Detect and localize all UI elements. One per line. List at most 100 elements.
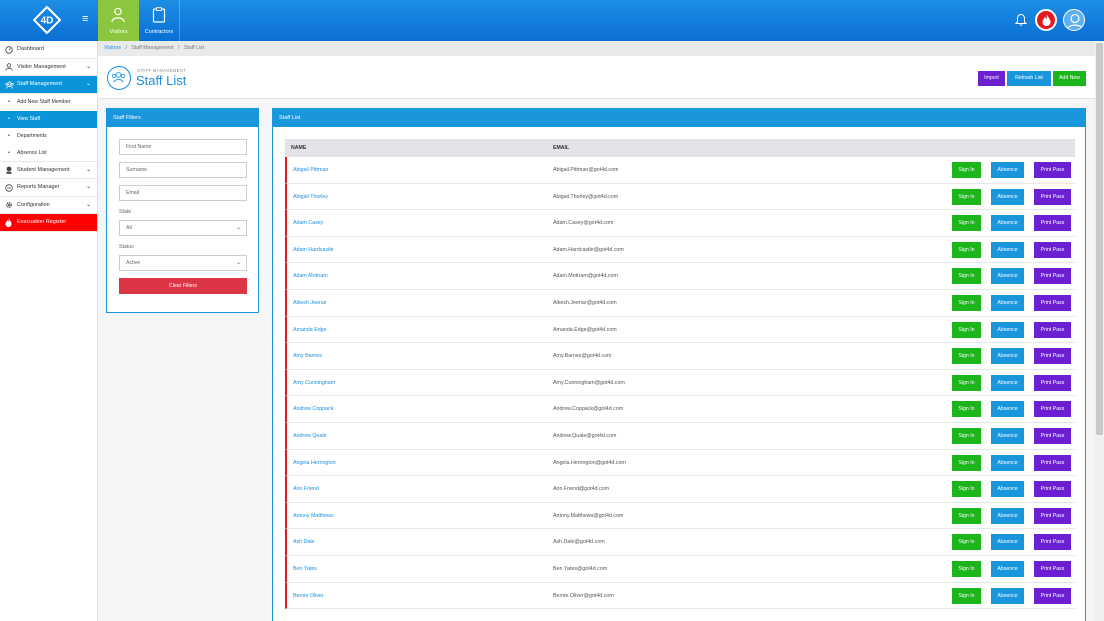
sign-in-button[interactable]: Sign In xyxy=(952,348,981,365)
sign-in-button[interactable]: Sign In xyxy=(952,162,981,178)
breadcrumb-staff-management[interactable]: Staff Management xyxy=(131,45,173,51)
sidebar-item-absence-list[interactable]: Absence List xyxy=(0,145,97,162)
sign-in-button[interactable]: Sign In xyxy=(952,241,981,258)
absence-button[interactable]: Absence xyxy=(991,348,1024,365)
staff-name-link[interactable]: Alkesh Jeenar xyxy=(293,290,327,316)
staff-name-link[interactable]: Abigail Thorley xyxy=(293,184,328,210)
tab-contractors[interactable]: Contractors xyxy=(139,0,180,41)
print-pass-button[interactable]: Print Pass xyxy=(1034,454,1071,471)
print-pass-button[interactable]: Print Pass xyxy=(1034,374,1071,391)
sign-in-button[interactable]: Sign In xyxy=(952,294,981,311)
absence-button[interactable]: Absence xyxy=(991,481,1024,498)
print-pass-button[interactable]: Print Pass xyxy=(1034,241,1071,258)
sidebar-item-view-staff[interactable]: View Staff xyxy=(0,110,97,128)
menu-toggle-icon[interactable]: ≡ xyxy=(82,14,92,25)
absence-button[interactable]: Absence xyxy=(991,454,1024,471)
breadcrumb-visitors[interactable]: Visitors xyxy=(104,45,121,51)
sign-in-button[interactable]: Sign In xyxy=(952,374,981,391)
staff-name-link[interactable]: Ben Yates xyxy=(293,556,317,582)
refresh-list-button[interactable]: Refresh List xyxy=(1007,71,1051,86)
sidebar-item-staff-management[interactable]: Staff Management ⌄ xyxy=(0,76,97,94)
sidebar-item-add-new-staff-member[interactable]: Add New Staff Member xyxy=(0,94,97,111)
clear-filters-button[interactable]: Clear Filters xyxy=(119,278,247,294)
absence-button[interactable]: Absence xyxy=(991,560,1024,577)
sign-in-button[interactable]: Sign In xyxy=(952,507,981,524)
staff-name-link[interactable]: Abigail Pittman xyxy=(293,157,328,183)
sign-in-button[interactable]: Sign In xyxy=(952,560,981,577)
staff-name-link[interactable]: Adam Hardcastle xyxy=(293,237,334,263)
print-pass-button[interactable]: Print Pass xyxy=(1034,321,1071,338)
print-pass-button[interactable]: Print Pass xyxy=(1034,507,1071,524)
sidebar-item-configuration[interactable]: Configuration ⌄ xyxy=(0,197,97,214)
sign-in-button[interactable]: Sign In xyxy=(952,215,981,232)
surname-input[interactable]: Surname xyxy=(119,162,247,178)
user-avatar[interactable] xyxy=(1063,9,1085,31)
absence-button[interactable]: Absence xyxy=(991,321,1024,338)
absence-button[interactable]: Absence xyxy=(991,427,1024,444)
absence-button[interactable]: Absence xyxy=(991,215,1024,232)
staff-name-link[interactable]: Antony Matthews xyxy=(293,503,334,529)
evacuation-alert-button[interactable] xyxy=(1035,9,1057,31)
sign-in-button[interactable]: Sign In xyxy=(952,321,981,338)
state-select[interactable]: All ⌄ xyxy=(119,220,247,236)
first-name-input[interactable]: First Name xyxy=(119,139,247,155)
staff-name-link[interactable]: Amanda Edge xyxy=(293,317,327,343)
staff-name-link[interactable]: Andrew Quale xyxy=(293,423,327,449)
print-pass-button[interactable]: Print Pass xyxy=(1034,427,1071,444)
staff-name-link[interactable]: Ann Friend xyxy=(293,476,319,502)
import-button[interactable]: Import xyxy=(978,71,1005,86)
sign-in-button[interactable]: Sign In xyxy=(952,188,981,205)
print-pass-button[interactable]: Print Pass xyxy=(1034,188,1071,205)
absence-button[interactable]: Absence xyxy=(991,188,1024,205)
print-pass-button[interactable]: Print Pass xyxy=(1034,215,1071,232)
print-pass-button[interactable]: Print Pass xyxy=(1034,560,1071,577)
absence-button[interactable]: Absence xyxy=(991,162,1024,178)
staff-name-link[interactable]: Amy Cunningham xyxy=(293,370,335,396)
sign-in-button[interactable]: Sign In xyxy=(952,427,981,444)
absence-button[interactable]: Absence xyxy=(991,507,1024,524)
sidebar-item-departments[interactable]: Departments xyxy=(0,128,97,145)
logo-4d[interactable]: 4D xyxy=(33,6,61,34)
bell-icon[interactable] xyxy=(1015,13,1027,27)
sign-in-button[interactable]: Sign In xyxy=(952,587,981,604)
absence-button[interactable]: Absence xyxy=(991,401,1024,418)
staff-name-link[interactable]: Bernie Oliver xyxy=(293,583,324,609)
sign-in-button[interactable]: Sign In xyxy=(952,268,981,285)
column-header-name[interactable]: NAME xyxy=(291,139,306,157)
sign-in-button[interactable]: Sign In xyxy=(952,454,981,471)
staff-name-link[interactable]: Adam Casey xyxy=(293,210,323,236)
absence-button[interactable]: Absence xyxy=(991,587,1024,604)
print-pass-button[interactable]: Print Pass xyxy=(1034,294,1071,311)
absence-button[interactable]: Absence xyxy=(991,241,1024,258)
absence-button[interactable]: Absence xyxy=(991,268,1024,285)
sidebar-item-student-management[interactable]: Student Management ⌄ xyxy=(0,162,97,179)
staff-name-link[interactable]: Andrew Coppack xyxy=(293,396,333,422)
print-pass-button[interactable]: Print Pass xyxy=(1034,534,1071,551)
absence-button[interactable]: Absence xyxy=(991,534,1024,551)
page-scrollbar[interactable] xyxy=(1095,41,1104,621)
print-pass-button[interactable]: Print Pass xyxy=(1034,162,1071,178)
staff-name-link[interactable]: Angela Herrington xyxy=(293,450,336,476)
sidebar-item-dashboard[interactable]: Dashboard xyxy=(0,41,97,59)
column-header-email[interactable]: EMAIL xyxy=(553,139,569,157)
scrollbar-thumb[interactable] xyxy=(1096,43,1103,435)
print-pass-button[interactable]: Print Pass xyxy=(1034,481,1071,498)
absence-button[interactable]: Absence xyxy=(991,294,1024,311)
sidebar-item-visitor-management[interactable]: Visitor Management ⌄ xyxy=(0,59,97,76)
sidebar-item-evacuation-register[interactable]: Evacuation Register xyxy=(0,214,97,232)
print-pass-button[interactable]: Print Pass xyxy=(1034,348,1071,365)
print-pass-button[interactable]: Print Pass xyxy=(1034,401,1071,418)
print-pass-button[interactable]: Print Pass xyxy=(1034,268,1071,285)
tab-visitors[interactable]: Visitors xyxy=(98,0,139,41)
print-pass-button[interactable]: Print Pass xyxy=(1034,587,1071,604)
staff-name-link[interactable]: Ash Dale xyxy=(293,529,315,555)
sidebar-item-reports-manager[interactable]: Reports Manager ⌄ xyxy=(0,179,97,197)
add-new-button[interactable]: Add New xyxy=(1053,71,1086,86)
status-select[interactable]: Active ⌄ xyxy=(119,255,247,271)
sign-in-button[interactable]: Sign In xyxy=(952,401,981,418)
sign-in-button[interactable]: Sign In xyxy=(952,481,981,498)
absence-button[interactable]: Absence xyxy=(991,374,1024,391)
staff-name-link[interactable]: Adam Mottram xyxy=(293,263,328,289)
email-input[interactable]: Email xyxy=(119,185,247,201)
staff-name-link[interactable]: Amy Barnes xyxy=(293,343,322,369)
